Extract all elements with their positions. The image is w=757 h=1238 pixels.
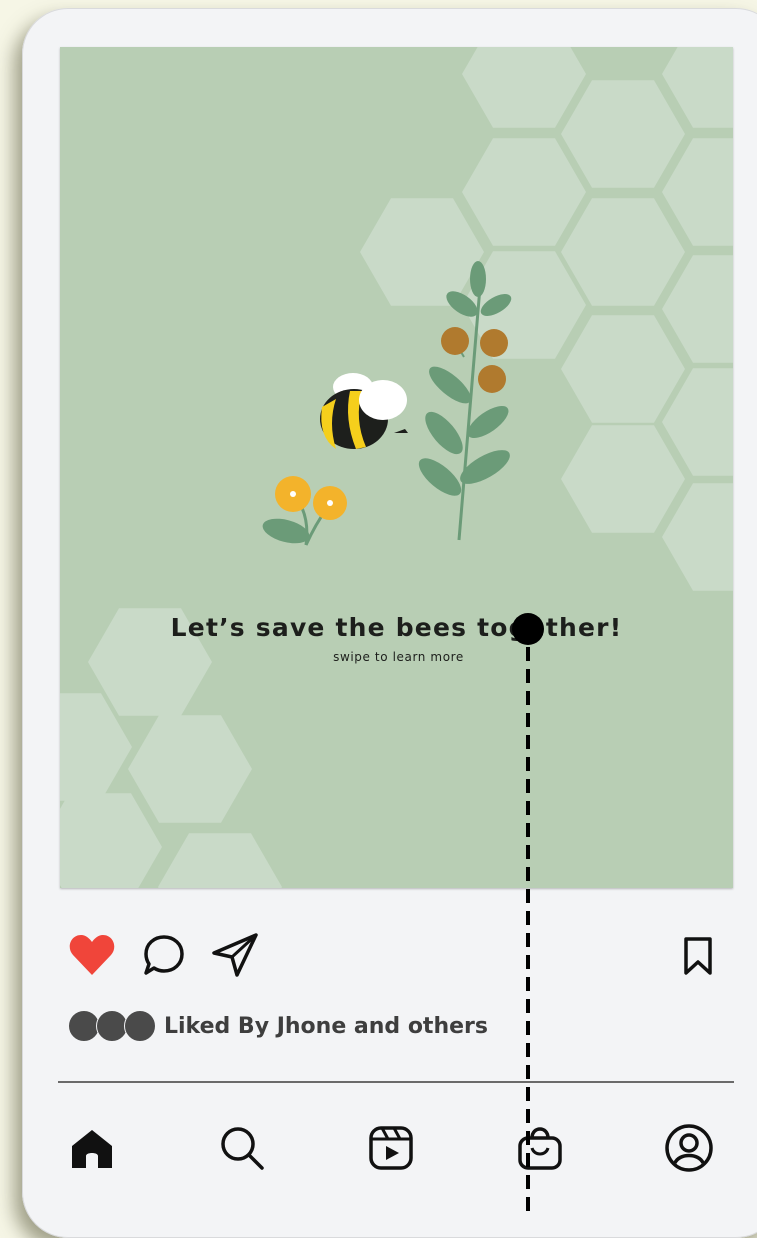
hexagon-shape: [462, 47, 586, 128]
yellow-flowers: [262, 476, 347, 546]
post-action-bar: [60, 925, 733, 985]
hexagon-shape: [462, 138, 586, 246]
profile-icon: [665, 1124, 713, 1172]
nav-reels[interactable]: [359, 1116, 423, 1180]
hexagon-shape: [561, 425, 685, 533]
nav-profile[interactable]: [657, 1116, 721, 1180]
post-headline: Let’s save the bees together!: [170, 613, 623, 642]
post-illustration: [60, 47, 733, 888]
divider: [58, 1081, 734, 1083]
hexagon-shape: [561, 80, 685, 188]
search-icon: [221, 1127, 264, 1170]
shopping-bag-icon: [518, 1127, 562, 1170]
bookmark-icon[interactable]: [680, 935, 716, 977]
liked-by-text: Liked By Jhone and others: [164, 1013, 488, 1039]
speech-bubble-icon[interactable]: [142, 933, 186, 977]
heart-filled-icon[interactable]: [68, 933, 116, 977]
hexagon-shape: [561, 198, 685, 306]
nav-search[interactable]: [210, 1116, 274, 1180]
home-icon: [72, 1130, 112, 1168]
hexagon-shape: [60, 793, 162, 888]
liked-by-row[interactable]: Liked By Jhone and others: [68, 1009, 488, 1043]
hexagon-shape: [360, 198, 484, 306]
liker-avatars: [68, 1010, 156, 1042]
hexagon-shape: [158, 833, 282, 888]
post-subline: swipe to learn more: [333, 650, 464, 664]
hexagon-shape: [128, 715, 252, 823]
nav-home[interactable]: [60, 1116, 124, 1180]
post-image[interactable]: Let’s save the bees together! swipe to l…: [60, 47, 733, 888]
bee-illustration: [320, 373, 408, 449]
avatar: [124, 1010, 156, 1042]
hexagon-shape: [561, 315, 685, 423]
bottom-nav: [60, 1116, 730, 1180]
nav-shop[interactable]: [508, 1116, 572, 1180]
reels-icon: [369, 1126, 413, 1170]
paper-plane-icon[interactable]: [210, 931, 260, 979]
